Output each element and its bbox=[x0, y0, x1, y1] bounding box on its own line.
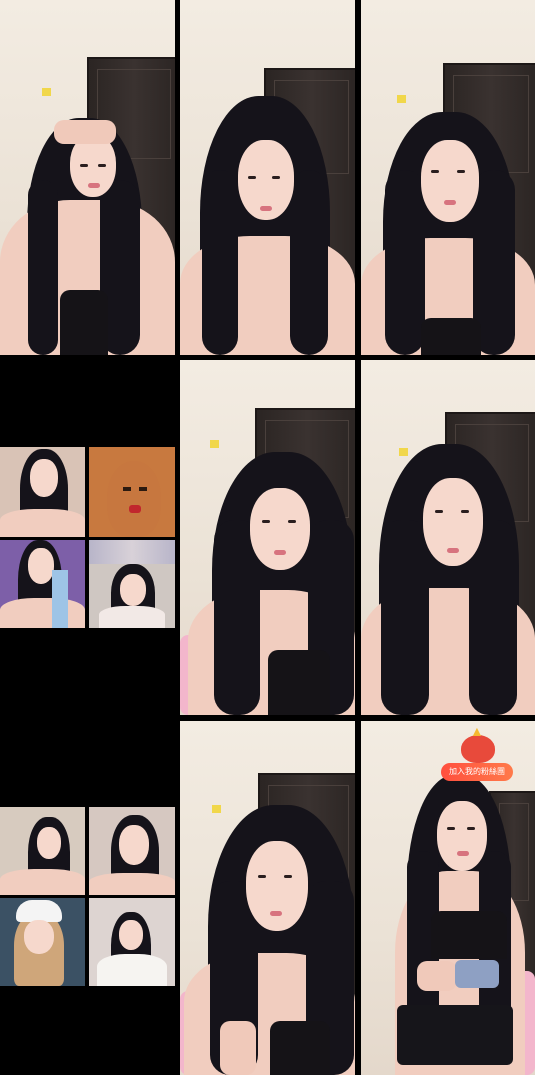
grid-tile-b2[interactable] bbox=[89, 807, 175, 895]
face bbox=[24, 920, 54, 954]
sticky-note bbox=[397, 95, 406, 103]
sticky-note bbox=[212, 805, 221, 813]
video-tile-4[interactable] bbox=[180, 360, 355, 715]
eye bbox=[139, 487, 147, 491]
clothing bbox=[421, 318, 481, 355]
grid-tile-b1[interactable] bbox=[0, 807, 85, 895]
eye bbox=[447, 827, 455, 830]
fan-club-label: 加入我的粉絲團 bbox=[441, 763, 513, 781]
face bbox=[250, 488, 310, 570]
shorts bbox=[397, 1005, 513, 1065]
video-tile-6[interactable] bbox=[180, 721, 355, 1075]
grid-tile-a3[interactable] bbox=[0, 540, 85, 628]
mouth bbox=[129, 505, 141, 513]
cap bbox=[16, 900, 62, 922]
video-tile-5[interactable] bbox=[361, 360, 535, 715]
heart-icon bbox=[461, 723, 495, 763]
grid-tile-a2[interactable] bbox=[89, 447, 175, 537]
clothing bbox=[268, 650, 330, 715]
face bbox=[246, 841, 308, 931]
eye bbox=[461, 510, 469, 513]
grid-tile-a1[interactable] bbox=[0, 447, 85, 537]
face bbox=[119, 920, 143, 950]
hair bbox=[202, 170, 238, 355]
shelf bbox=[89, 540, 175, 564]
eye bbox=[435, 510, 443, 513]
face bbox=[120, 574, 146, 606]
lips bbox=[457, 851, 469, 856]
face bbox=[437, 801, 487, 871]
torso bbox=[0, 598, 85, 628]
lips bbox=[444, 200, 456, 205]
eye bbox=[288, 520, 296, 523]
lips bbox=[274, 550, 286, 555]
eye bbox=[258, 875, 266, 878]
hair bbox=[381, 520, 429, 715]
lips bbox=[260, 206, 272, 211]
eye bbox=[284, 875, 292, 878]
gingerbread-avatar bbox=[107, 461, 161, 537]
hand bbox=[417, 961, 457, 991]
lips bbox=[270, 911, 282, 916]
face bbox=[28, 548, 54, 584]
clothing bbox=[60, 290, 108, 355]
phone-device bbox=[455, 960, 499, 988]
face bbox=[421, 140, 479, 222]
eye bbox=[248, 176, 256, 179]
hair bbox=[28, 180, 58, 355]
grid-tile-b4[interactable] bbox=[89, 898, 175, 986]
fan-club-badge[interactable]: 加入我的粉絲團 bbox=[441, 723, 513, 785]
face bbox=[37, 827, 61, 859]
grid-tile-b3[interactable] bbox=[0, 898, 85, 986]
grid-tile-a4[interactable] bbox=[89, 540, 175, 628]
clothing bbox=[270, 1021, 330, 1075]
eye bbox=[123, 487, 131, 491]
hand bbox=[54, 120, 116, 144]
eye bbox=[272, 176, 280, 179]
hair bbox=[290, 170, 328, 355]
sticky-note bbox=[210, 440, 219, 448]
lips bbox=[447, 548, 459, 553]
eye bbox=[80, 164, 88, 167]
lips bbox=[88, 183, 100, 188]
eye bbox=[457, 170, 465, 173]
eye bbox=[98, 164, 106, 167]
torso bbox=[99, 606, 165, 628]
clothing bbox=[431, 911, 507, 959]
sticky-note bbox=[42, 88, 51, 96]
sticky-note bbox=[399, 448, 408, 456]
hair bbox=[385, 170, 425, 355]
bottle bbox=[52, 570, 68, 628]
eye bbox=[467, 827, 475, 830]
face bbox=[119, 825, 149, 865]
torso bbox=[0, 869, 85, 895]
video-tile-2[interactable] bbox=[180, 0, 355, 355]
torso bbox=[97, 954, 167, 986]
hand bbox=[220, 1021, 256, 1075]
face bbox=[30, 459, 58, 497]
eye bbox=[431, 170, 439, 173]
torso bbox=[0, 509, 85, 537]
video-tile-3[interactable] bbox=[361, 0, 535, 355]
video-tile-1[interactable] bbox=[0, 0, 175, 355]
eye bbox=[262, 520, 270, 523]
torso bbox=[89, 873, 175, 895]
